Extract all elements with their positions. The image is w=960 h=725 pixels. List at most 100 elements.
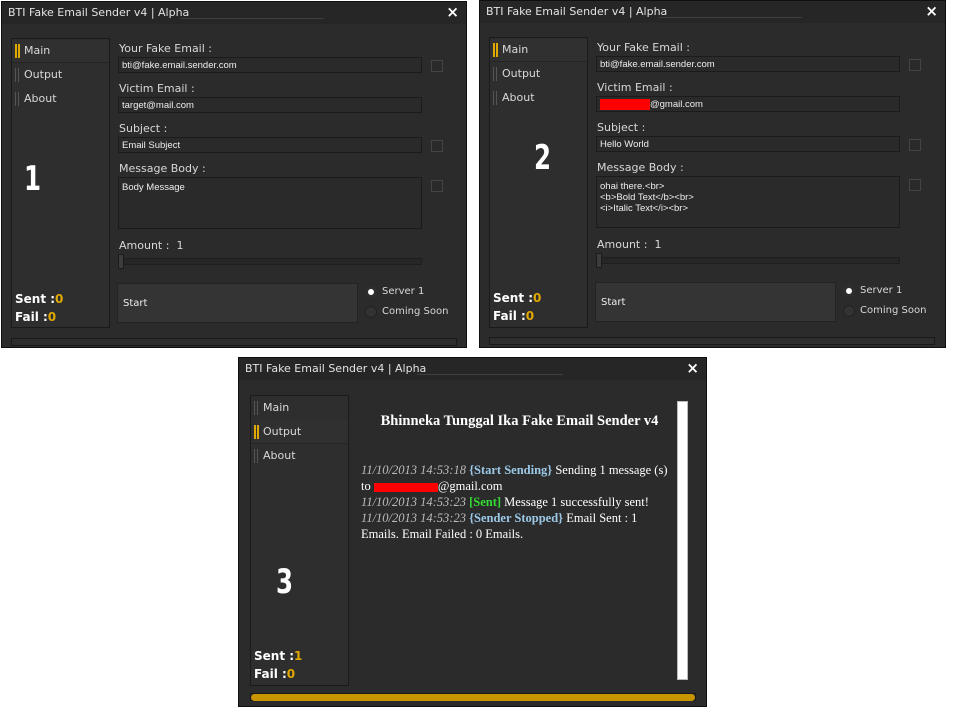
title-bar[interactable]: BTI Fake Email Sender v4 | Alpha × (480, 1, 945, 23)
fake-email-input[interactable]: bti@fake.email.sender.com (596, 56, 900, 72)
coming-soon-radio[interactable] (365, 306, 377, 318)
message-checkbox[interactable] (431, 180, 443, 192)
message-textarea[interactable]: ohai there.<br> <b>Bold Text</b><br> <i>… (596, 176, 900, 228)
message-label: Message Body : (597, 161, 684, 174)
subject-checkbox[interactable] (909, 139, 921, 151)
panel-number: 1 (24, 159, 42, 199)
victim-email-label: Victim Email : (119, 82, 195, 95)
tab-about[interactable]: About (490, 87, 587, 109)
coming-soon-radio[interactable] (843, 305, 855, 317)
tab-marker-icon (493, 67, 494, 81)
tab-output[interactable]: Output (251, 421, 348, 444)
fail-counter: Fail :0 (15, 310, 56, 324)
tab-marker-icon (254, 401, 255, 415)
victim-email-input[interactable]: target@mail.com (118, 97, 422, 113)
tab-about[interactable]: About (251, 445, 348, 467)
sent-counter: Sent :0 (15, 292, 63, 306)
tab-output-label: Output (502, 67, 541, 80)
coming-soon-label: Coming Soon (382, 306, 449, 317)
tab-output-label: Output (263, 425, 302, 438)
subject-input[interactable]: Hello World (596, 136, 900, 152)
tab-main[interactable]: Main (490, 39, 587, 62)
output-panel: Bhinneka Tunggal Ika Fake Email Sender v… (350, 395, 689, 686)
redaction-bar (373, 482, 438, 492)
tab-marker-icon (493, 43, 495, 57)
log-line: 11/10/2013 14:53:23 [Sent] Message 1 suc… (361, 494, 669, 510)
tab-output[interactable]: Output (490, 63, 587, 85)
start-button[interactable]: Start (595, 282, 836, 322)
tab-main-label: Main (24, 44, 51, 57)
message-checkbox[interactable] (909, 179, 921, 191)
window-title: BTI Fake Email Sender v4 | Alpha (486, 5, 668, 18)
subject-checkbox[interactable] (431, 140, 443, 152)
fail-counter: Fail :0 (254, 667, 295, 681)
sent-value: 0 (55, 292, 64, 306)
log-tag: [Sent] (469, 495, 502, 509)
amount-value: 1 (176, 239, 184, 252)
fake-email-input[interactable]: bti@fake.email.sender.com (118, 57, 422, 73)
app-window-3: BTI Fake Email Sender v4 | Alpha × Main … (238, 357, 707, 707)
fail-value: 0 (525, 309, 535, 323)
sent-counter: Sent :0 (493, 291, 541, 305)
tab-about-label: About (502, 91, 535, 104)
log-timestamp: 11/10/2013 14:53:23 (361, 511, 466, 525)
tab-marker-icon (15, 92, 16, 106)
tab-output[interactable]: Output (12, 64, 109, 86)
log-tag: {Sender Stopped} (469, 511, 564, 525)
vertical-scrollbar[interactable] (677, 401, 688, 680)
amount-slider-thumb[interactable] (118, 254, 124, 269)
tab-about[interactable]: About (12, 88, 109, 110)
server1-radio[interactable] (843, 285, 855, 297)
tab-about-label: About (24, 92, 57, 105)
close-icon[interactable]: × (686, 359, 699, 377)
amount-slider[interactable] (596, 257, 900, 264)
subject-input[interactable]: Email Subject (118, 137, 422, 153)
sidebar: Main Output About 1 Sent :0 Fail :0 (11, 38, 110, 328)
server1-radio[interactable] (365, 286, 377, 298)
sent-label: Sent : (254, 649, 295, 663)
amount-label: Amount : 1 (597, 238, 662, 251)
fail-label: Fail : (254, 667, 287, 681)
amount-slider[interactable] (118, 258, 422, 265)
fake-email-checkbox[interactable] (909, 59, 921, 71)
tab-main[interactable]: Main (251, 397, 348, 419)
victim-email-label: Victim Email : (597, 81, 673, 94)
progress-bar-fill (251, 694, 695, 701)
log-email-suffix: @gmail.com (437, 479, 503, 493)
tab-main-label: Main (502, 43, 529, 56)
fail-label: Fail : (493, 309, 526, 323)
fail-value: 0 (47, 310, 57, 324)
close-icon[interactable]: × (925, 2, 938, 20)
progress-bar (11, 338, 457, 346)
fail-value: 0 (286, 667, 296, 681)
tab-marker-icon (254, 449, 255, 463)
log-text: Message 1 successfully sent! (504, 495, 649, 509)
tab-marker-icon (15, 68, 16, 82)
sent-value: 1 (294, 649, 303, 663)
victim-email-input[interactable]: @gmail.com (596, 96, 900, 112)
title-divider (417, 374, 563, 375)
fail-label: Fail : (15, 310, 48, 324)
log-line: 11/10/2013 14:53:18 {Start Sending} Send… (361, 462, 669, 494)
amount-label: Amount : 1 (119, 239, 184, 252)
amount-slider-thumb[interactable] (596, 253, 602, 268)
start-button-label: Start (123, 298, 148, 309)
sent-label: Sent : (15, 292, 56, 306)
server1-label: Server 1 (860, 285, 903, 296)
tab-main[interactable]: Main (12, 40, 109, 63)
message-textarea[interactable]: Body Message (118, 177, 422, 229)
app-window-1: BTI Fake Email Sender v4 | Alpha × Main … (1, 1, 467, 348)
window-title: BTI Fake Email Sender v4 | Alpha (245, 362, 427, 375)
fake-email-checkbox[interactable] (431, 60, 443, 72)
title-bar[interactable]: BTI Fake Email Sender v4 | Alpha × (2, 2, 466, 24)
server1-label: Server 1 (382, 286, 425, 297)
log-timestamp: 11/10/2013 14:53:23 (361, 495, 466, 509)
tab-marker-icon (254, 425, 256, 439)
title-divider (658, 17, 802, 18)
sent-label: Sent : (493, 291, 534, 305)
start-button[interactable]: Start (117, 283, 358, 323)
title-bar[interactable]: BTI Fake Email Sender v4 | Alpha × (239, 358, 706, 380)
panel-number: 3 (276, 562, 294, 602)
close-icon[interactable]: × (446, 3, 459, 21)
app-window-2: BTI Fake Email Sender v4 | Alpha × Main … (479, 0, 946, 348)
